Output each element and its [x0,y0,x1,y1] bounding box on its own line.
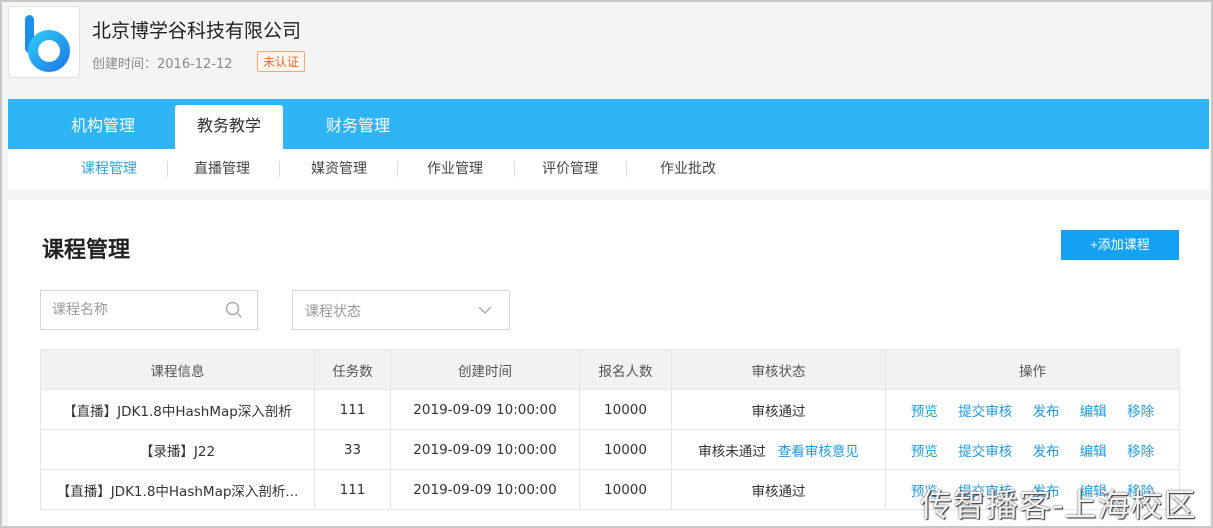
sub-nav: 课程管理 直播管理 媒资管理 作业管理 评价管理 作业批改 [8,149,1209,189]
col-enrolled: 报名人数 [579,349,672,390]
review-status-text: 审核通过 [751,403,806,420]
col-actions: 操作 [885,349,1180,390]
col-review-status: 审核状态 [671,349,886,390]
submit-review-link[interactable]: 提交审核 [958,444,1012,460]
subnav-divider [167,161,168,177]
cell-task-count: 111 [314,469,391,510]
remove-link[interactable]: 移除 [1127,404,1154,420]
subnav-course-management[interactable]: 课程管理 [81,149,137,189]
chevron-down-icon [478,306,492,314]
status-badge: 未认证 [257,51,306,72]
subnav-media-management[interactable]: 媒资管理 [311,149,367,189]
cell-enrolled: 10000 [579,429,672,470]
course-name-input[interactable] [41,291,221,329]
subnav-homework-grading[interactable]: 作业批改 [660,149,716,189]
created-value: 2016-12-12 [157,57,233,72]
subnav-homework-management[interactable]: 作业管理 [427,149,483,189]
subnav-live-management[interactable]: 直播管理 [194,149,250,189]
submit-review-link[interactable]: 提交审核 [958,404,1012,420]
col-task-count: 任务数 [314,349,391,390]
table-row: 【录播】J22 33 2019-09-09 10:00:00 10000 审核未… [40,429,1180,470]
cell-course-info: 【直播】JDK1.8中HashMap深入剖析 [40,389,315,430]
main-panel: 课程管理 +添加课程 课程状态 课程信息 任务数 [8,200,1209,526]
review-status-text: 审核未通过 [698,443,766,460]
subnav-divider [279,161,280,177]
subnav-divider [626,161,627,177]
cell-actions: 预览 提交审核 发布 编辑 移除 [885,429,1180,470]
tab-teaching[interactable]: 教务教学 [175,105,283,149]
top-nav: 机构管理 教务教学 财务管理 [8,99,1209,149]
org-name: 北京博学谷科技有限公司 [92,20,302,42]
view-review-comments-link[interactable]: 查看审核意见 [778,444,859,460]
cell-created-time: 2019-09-09 10:00:00 [390,469,580,510]
watermark-text: 传智播客-上海校区 [920,486,1197,524]
table-header-row: 课程信息 任务数 创建时间 报名人数 审核状态 操作 [40,349,1180,390]
cell-task-count: 33 [314,429,391,470]
edit-link[interactable]: 编辑 [1080,444,1107,460]
cell-review-status: 审核通过 [671,469,886,510]
review-status-text: 审核通过 [751,483,806,500]
tab-org-management[interactable]: 机构管理 [52,105,154,149]
cell-actions: 预览 提交审核 发布 编辑 移除 [885,389,1180,430]
cell-created-time: 2019-09-09 10:00:00 [390,429,580,470]
cell-review-status: 审核通过 [671,389,886,430]
cell-enrolled: 10000 [579,469,672,510]
cell-enrolled: 10000 [579,389,672,430]
page-title: 课程管理 [42,238,131,263]
search-icon[interactable] [225,301,243,319]
org-logo [8,6,80,78]
logo-b-icon [25,15,70,72]
subnav-divider [514,161,515,177]
cell-course-info: 【直播】JDK1.8中HashMap深入剖析... [40,469,315,510]
course-status-placeholder: 课程状态 [305,304,361,320]
cell-created-time: 2019-09-09 10:00:00 [390,389,580,430]
course-search-box[interactable] [40,290,258,330]
add-course-button[interactable]: +添加课程 [1061,230,1179,260]
cell-course-info: 【录播】J22 [40,429,315,470]
subnav-divider [397,161,398,177]
cell-task-count: 111 [314,389,391,430]
app-frame: 北京博学谷科技有限公司 创建时间：2016-12-12 未认证 机构管理 教务教… [0,0,1213,528]
tab-finance[interactable]: 财务管理 [306,105,410,149]
publish-link[interactable]: 发布 [1033,404,1060,420]
org-header: 北京博学谷科技有限公司 创建时间：2016-12-12 未认证 [8,6,1208,80]
table-row: 【直播】JDK1.8中HashMap深入剖析 111 2019-09-09 10… [40,389,1180,430]
preview-link[interactable]: 预览 [911,444,938,460]
subnav-review-management[interactable]: 评价管理 [542,149,598,189]
remove-link[interactable]: 移除 [1127,444,1154,460]
publish-link[interactable]: 发布 [1033,444,1060,460]
edit-link[interactable]: 编辑 [1080,404,1107,420]
cell-review-status: 审核未通过 查看审核意见 [671,429,886,470]
created-date: 创建时间：2016-12-12 [92,53,233,72]
col-course-info: 课程信息 [40,349,315,390]
col-created-time: 创建时间 [390,349,580,390]
course-status-select[interactable]: 课程状态 [292,290,510,330]
preview-link[interactable]: 预览 [911,404,938,420]
created-label: 创建时间： [92,57,158,72]
